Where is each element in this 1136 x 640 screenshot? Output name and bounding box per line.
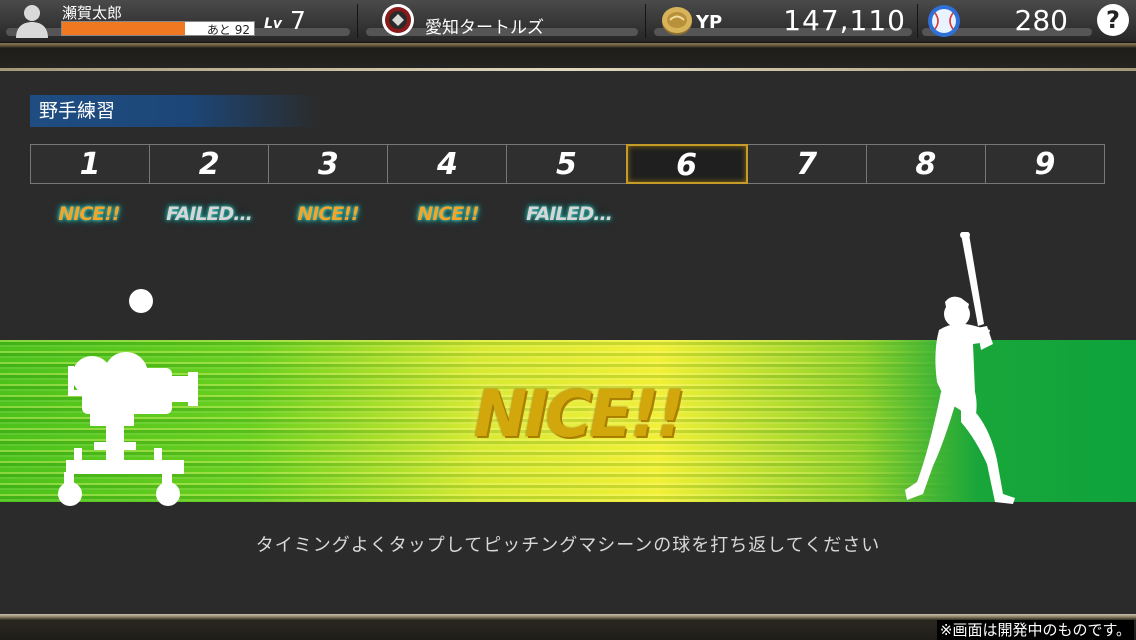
- currency-value: 147,110: [783, 4, 906, 37]
- result-label-2: FAILED...: [166, 203, 253, 225]
- top-status-bar: 瀬賀太郎 あと 92 Lv 7 愛知タートルズ YP 147,110 280 ?: [0, 0, 1136, 43]
- yp-coin-icon: [662, 7, 692, 35]
- inning-tab-2[interactable]: 2: [149, 144, 270, 184]
- exp-remaining: あと 92: [206, 23, 250, 37]
- inning-tab-8[interactable]: 8: [865, 144, 986, 184]
- divider: [645, 4, 646, 38]
- player-name: 瀬賀太郎: [62, 4, 123, 22]
- instruction-text: タイミングよくタップしてピッチングマシーンの球を打ち返してください: [255, 535, 881, 556]
- result-label-1: NICE!!: [58, 203, 120, 225]
- page-title: 野手練習: [30, 95, 320, 127]
- level-value: 7: [290, 6, 306, 35]
- exp-bar: あと 92: [61, 21, 255, 37]
- pitching-machine-icon: [58, 352, 198, 506]
- result-label-4: NICE!!: [417, 203, 479, 225]
- inning-tabs: 1 2 3 4 5 6 7 8 9: [30, 144, 1105, 184]
- ball-count: 280: [1014, 4, 1068, 37]
- inning-tab-5[interactable]: 5: [506, 144, 627, 184]
- result-label-5: FAILED...: [526, 203, 613, 225]
- development-notice: ※画面は開発中のものです。: [936, 620, 1134, 640]
- team-logo[interactable]: [381, 3, 415, 37]
- inning-tab-3[interactable]: 3: [268, 144, 389, 184]
- inning-tab-9[interactable]: 9: [984, 144, 1105, 184]
- inning-tab-4[interactable]: 4: [387, 144, 508, 184]
- header-decor-stripe: [0, 43, 1136, 71]
- inning-tab-6[interactable]: 6: [625, 144, 748, 184]
- divider: [917, 4, 918, 38]
- exp-bar-fill: [62, 22, 185, 35]
- result-label-3: NICE!!: [297, 203, 359, 225]
- team-name: 愛知タートルズ: [425, 18, 544, 38]
- divider: [357, 4, 358, 38]
- currency-label: YP: [696, 12, 723, 33]
- baseball-icon: [928, 5, 960, 37]
- user-silhouette-icon[interactable]: [10, 2, 54, 38]
- batter-silhouette-icon: [905, 232, 1015, 504]
- swing-result-text: NICE!!: [473, 378, 685, 452]
- inning-tab-7[interactable]: 7: [746, 144, 867, 184]
- level-label: Lv: [264, 16, 283, 32]
- pitched-ball: [129, 289, 153, 313]
- help-button[interactable]: ?: [1097, 4, 1129, 36]
- inning-tab-1[interactable]: 1: [30, 144, 151, 184]
